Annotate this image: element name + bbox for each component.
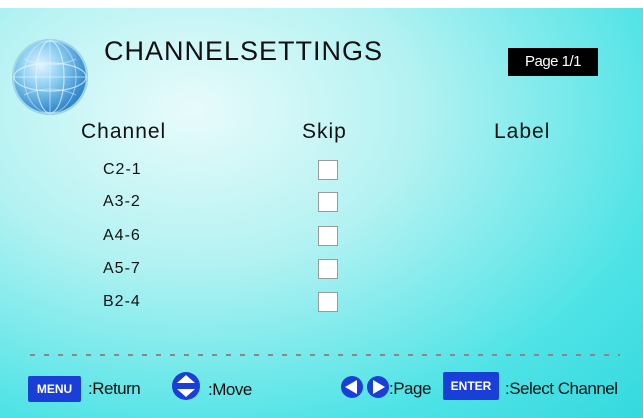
- up-down-arrows-icon[interactable]: [172, 372, 200, 400]
- channel-name: A4-6: [103, 227, 141, 244]
- column-header-label: Label: [494, 120, 551, 143]
- menu-key[interactable]: MENU: [28, 376, 81, 402]
- move-hint: :Move: [208, 380, 252, 399]
- skip-checkbox[interactable]: [318, 192, 338, 212]
- channel-name: C2-1: [103, 161, 142, 178]
- skip-checkbox[interactable]: [318, 226, 338, 246]
- page-indicator: Page 1/1: [508, 48, 598, 76]
- skip-checkbox[interactable]: [318, 160, 338, 180]
- footer-divider: [30, 354, 620, 356]
- channel-name: A3-2: [103, 193, 141, 210]
- page-title: CHANNELSETTINGS: [104, 36, 384, 66]
- column-header-skip: Skip: [302, 120, 347, 143]
- channel-name: A5-7: [103, 260, 141, 277]
- skip-checkbox[interactable]: [318, 259, 338, 279]
- page-hint: :Page: [389, 379, 431, 398]
- left-right-arrows-icon[interactable]: [340, 375, 392, 399]
- select-channel-hint: :Select Channel: [505, 379, 618, 398]
- column-header-channel: Channel: [81, 120, 167, 143]
- globe-icon: [12, 39, 88, 115]
- osd-screen: CHANNELSETTINGS Page 1/1 Channel Skip La…: [0, 8, 643, 418]
- skip-checkbox[interactable]: [318, 292, 338, 312]
- return-hint: :Return: [88, 379, 141, 398]
- channel-name: B2-4: [103, 293, 141, 310]
- enter-key[interactable]: ENTER: [443, 372, 499, 400]
